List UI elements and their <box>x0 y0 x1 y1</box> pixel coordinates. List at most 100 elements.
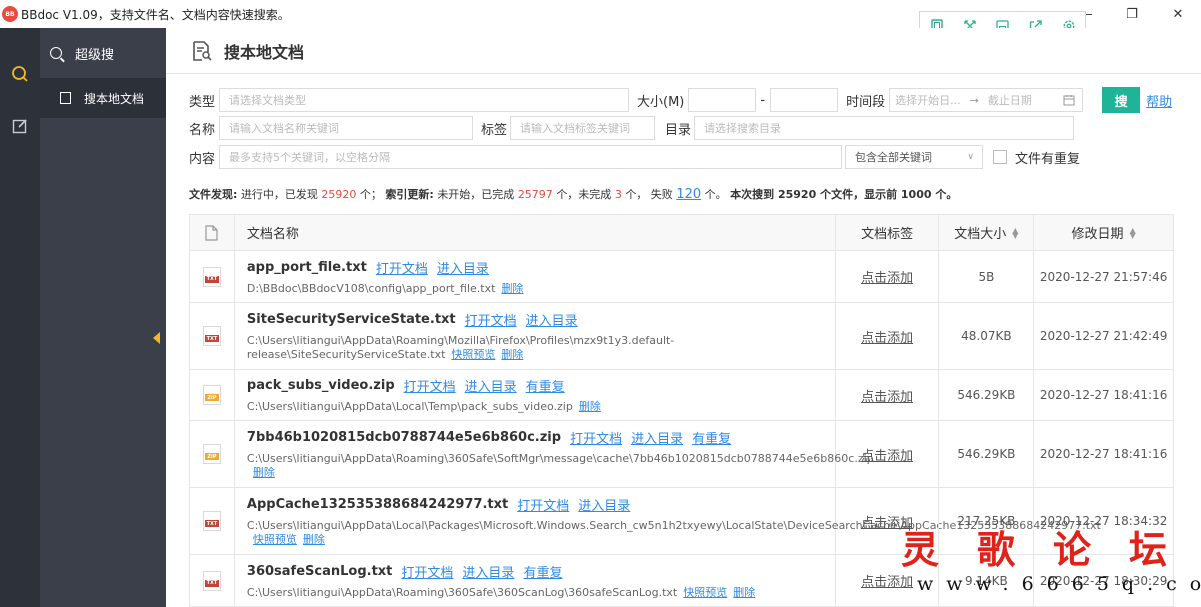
edit-rail-icon[interactable] <box>0 106 40 146</box>
name-input[interactable]: 请输入文档名称关键词 <box>219 116 474 140</box>
table-row[interactable]: ZIP pack_subs_video.zip 打开文档 进入目录 有重复 C:\User… <box>190 370 1173 421</box>
date-cell: 2020-12-27 18:41:16 <box>1034 421 1173 487</box>
date-cell: 2020-12-27 21:57:46 <box>1034 251 1173 302</box>
file-type-cell: ZIP <box>190 370 235 420</box>
size-separator: - <box>760 92 766 108</box>
open-document-link[interactable]: 打开文档 <box>376 258 428 277</box>
file-name-cell: SiteSecurityServiceState.txt 打开文档 进入目录 C:\U… <box>235 303 836 369</box>
type-select[interactable]: 请选择文档类型 <box>219 88 630 112</box>
sidebar-section-super-search[interactable]: 超级搜 <box>40 28 166 78</box>
delete-link[interactable]: 删除 <box>303 533 325 546</box>
file-name: app_port_file.txt <box>246 259 367 275</box>
add-tag-link[interactable]: 点击添加 <box>861 445 913 464</box>
txt-file-icon: TXT <box>202 326 221 346</box>
add-tag-link[interactable]: 点击添加 <box>861 267 913 286</box>
size-min-input[interactable] <box>688 88 757 112</box>
header-date[interactable]: 修改日期 ▲ ▼ <box>1034 215 1173 250</box>
delete-link[interactable]: 删除 <box>501 282 523 295</box>
size-max-input[interactable] <box>770 88 839 112</box>
snapshot-preview-link[interactable]: 快照预览 <box>253 533 297 546</box>
open-directory-link[interactable]: 进入目录 <box>526 310 578 329</box>
open-document-link[interactable]: 打开文档 <box>401 562 453 581</box>
file-type-cell: TXT <box>190 488 235 554</box>
delete-link[interactable]: 删除 <box>253 466 275 479</box>
uncompleted-count: 3 <box>614 188 622 201</box>
tag-input[interactable]: 请输入文档标签关键词 <box>510 116 656 140</box>
txt-file-icon: TXT <box>202 511 221 531</box>
search-rail-icon[interactable] <box>0 54 40 94</box>
failed-count-link[interactable]: 120 <box>676 187 701 202</box>
restore-button[interactable]: ❐ <box>1109 0 1155 28</box>
discovered-count: 25920 <box>321 188 357 201</box>
delete-link[interactable]: 删除 <box>733 586 755 599</box>
header-size[interactable]: 文档大小 ▲ ▼ <box>939 215 1035 250</box>
open-directory-link[interactable]: 进入目录 <box>437 258 489 277</box>
file-size: 5B <box>978 269 995 284</box>
keyword-match-select[interactable]: 包含全部关键词 ∨ <box>845 145 984 169</box>
page-title: 搜本地文档 <box>224 42 305 62</box>
discovery-text-2: 个； <box>359 188 382 201</box>
open-document-link[interactable]: 打开文档 <box>404 376 456 395</box>
file-name-cell: AppCache132535388684242977.txt 打开文档 进入目录 C:… <box>235 488 1101 554</box>
open-directory-link[interactable]: 进入目录 <box>465 376 517 395</box>
date-end-input[interactable]: 截止日期 <box>988 92 1032 108</box>
sidebar-item-search-local-docs[interactable]: 搜本地文档 <box>40 78 166 118</box>
duplicate-link[interactable]: 有重复 <box>526 376 565 395</box>
file-size: 546.29KB <box>957 388 1016 402</box>
file-name-cell: app_port_file.txt 打开文档 进入目录 D:\BBdoc\BBdocV… <box>235 251 836 302</box>
help-link[interactable]: 帮助 <box>1146 91 1172 110</box>
open-directory-link[interactable]: 进入目录 <box>578 495 630 514</box>
header-tag: 文档标签 <box>836 215 940 250</box>
size-cell: 546.29KB <box>939 370 1035 420</box>
open-directory-link[interactable]: 进入目录 <box>462 562 514 581</box>
search-icon <box>50 47 62 59</box>
close-button[interactable]: ✕ <box>1155 0 1201 28</box>
duplicate-checkbox[interactable] <box>993 150 1008 164</box>
file-path: C:\Users\litiangui\AppData\Local\Temp\pa… <box>247 400 827 414</box>
zip-file-icon: ZIP <box>202 385 221 405</box>
sidebar-item-label: 搜本地文档 <box>84 91 145 106</box>
table-row[interactable]: ZIP 7bb46b1020815dcb0788744e5e6b860c.zip 打… <box>190 421 1173 488</box>
table-row[interactable]: TXT app_port_file.txt 打开文档 进入目录 D:\BBdoc\BBd… <box>190 251 1173 303</box>
keyword-match-value: 包含全部关键词 <box>855 151 933 164</box>
file-type-cell: TXT <box>190 251 235 302</box>
file-path: C:\Users\litiangui\AppData\Roaming\Mozil… <box>247 334 827 362</box>
page-header: 搜本地文档 <box>166 28 1201 74</box>
file-path: C:\Users\litiangui\AppData\Local\Package… <box>247 519 1101 547</box>
file-name-cell: 360safeScanLog.txt 打开文档 进入目录 有重复 C:\Users\li… <box>235 555 836 606</box>
delete-link[interactable]: 删除 <box>579 400 601 413</box>
collapse-sidebar-icon[interactable] <box>153 332 160 344</box>
directory-select[interactable]: 请选择搜索目录 <box>694 116 1075 140</box>
search-button[interactable]: 搜 <box>1102 87 1141 113</box>
open-document-link[interactable]: 打开文档 <box>517 495 569 514</box>
add-tag-link[interactable]: 点击添加 <box>861 327 913 346</box>
duplicate-link[interactable]: 有重复 <box>523 562 562 581</box>
date-cell: 2020-12-27 18:41:16 <box>1034 370 1173 420</box>
delete-link[interactable]: 删除 <box>501 348 523 361</box>
snapshot-preview-link[interactable]: 快照预览 <box>683 586 727 599</box>
snapshot-preview-link[interactable]: 快照预览 <box>451 348 495 361</box>
sidebar-section-label: 超级搜 <box>75 47 115 63</box>
size-cell: 5B <box>939 251 1035 302</box>
date-start-input[interactable]: 选择开始日... <box>895 92 961 108</box>
tag-cell: 点击添加 <box>836 370 940 420</box>
content-keywords-input[interactable]: 最多支持5个关键词，以空格分隔 <box>219 145 843 169</box>
header-date-label: 修改日期 <box>1071 227 1124 242</box>
file-name: 360safeScanLog.txt <box>246 563 393 579</box>
add-tag-link[interactable]: 点击添加 <box>861 386 913 405</box>
table-row[interactable]: TXT SiteSecurityServiceState.txt 打开文档 进入目录 C… <box>190 303 1173 370</box>
left-rail <box>0 28 40 607</box>
file-path: C:\Users\litiangui\AppData\Roaming\360Sa… <box>247 452 874 480</box>
duplicate-link[interactable]: 有重复 <box>692 428 731 447</box>
open-document-link[interactable]: 打开文档 <box>570 428 622 447</box>
modified-date: 2020-12-27 21:42:49 <box>1039 329 1168 343</box>
file-name-cell: pack_subs_video.zip 打开文档 进入目录 有重复 C:\Users\l… <box>235 370 836 420</box>
modified-date: 2020-12-27 18:41:16 <box>1039 388 1168 402</box>
date-range-arrow: → <box>969 93 979 107</box>
open-document-link[interactable]: 打开文档 <box>465 310 517 329</box>
open-directory-link[interactable]: 进入目录 <box>631 428 683 447</box>
date-range-picker[interactable]: 选择开始日... → 截止日期 <box>889 88 1084 112</box>
window-title: BBdoc V1.09，支持文件名、文档内容快速搜索。 <box>21 7 290 22</box>
file-path-text: D:\BBdoc\BBdocV108\config\app_port_file.… <box>246 281 496 295</box>
file-size: 48.07KB <box>961 329 1012 343</box>
